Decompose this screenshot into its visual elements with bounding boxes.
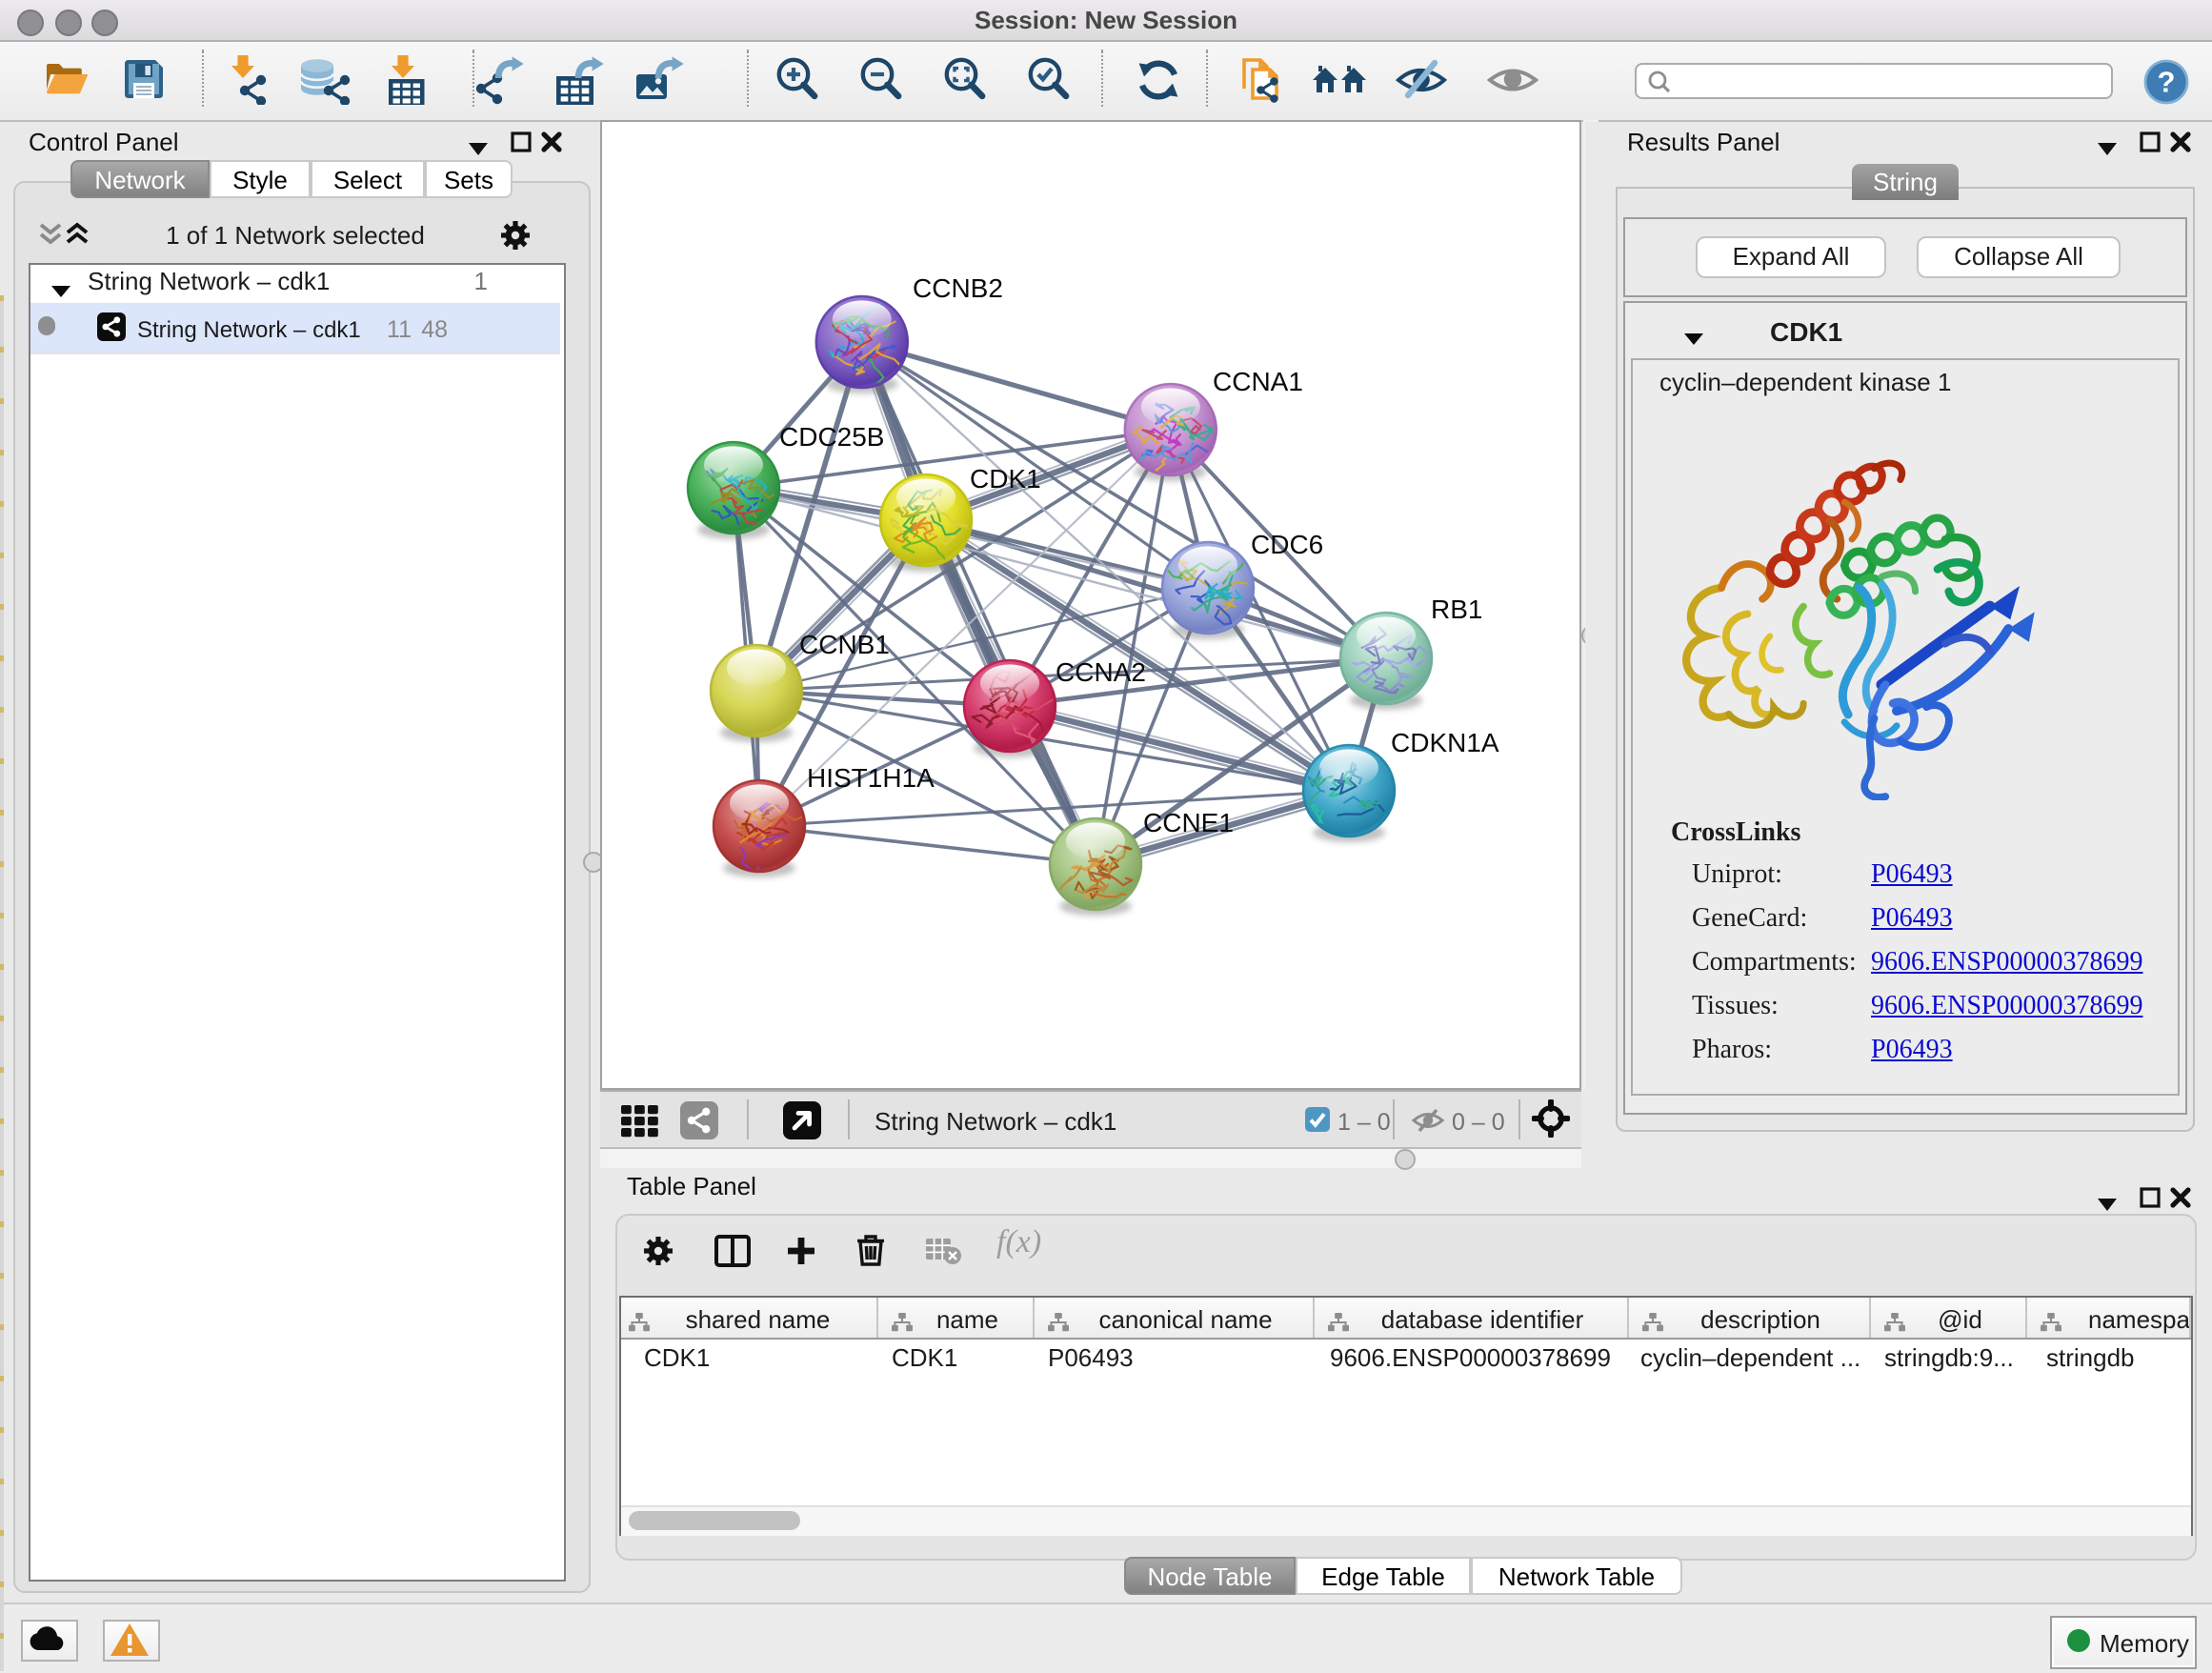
svg-text:CCNE1: CCNE1 [1143,808,1234,837]
svg-text:CCNB2: CCNB2 [913,273,1003,303]
svg-text:HIST1H1A: HIST1H1A [807,763,935,793]
svg-text:CDK1: CDK1 [970,464,1041,494]
svg-text:CCNA1: CCNA1 [1213,367,1303,396]
svg-text:RB1: RB1 [1431,595,1482,624]
svg-text:CCNA2: CCNA2 [1056,657,1146,687]
svg-text:CDC6: CDC6 [1251,530,1323,559]
svg-text:CCNB1: CCNB1 [799,630,890,659]
svg-text:CDKN1A: CDKN1A [1391,728,1499,757]
svg-text:?: ? [2158,65,2176,98]
svg-text:CDC25B: CDC25B [779,422,884,452]
